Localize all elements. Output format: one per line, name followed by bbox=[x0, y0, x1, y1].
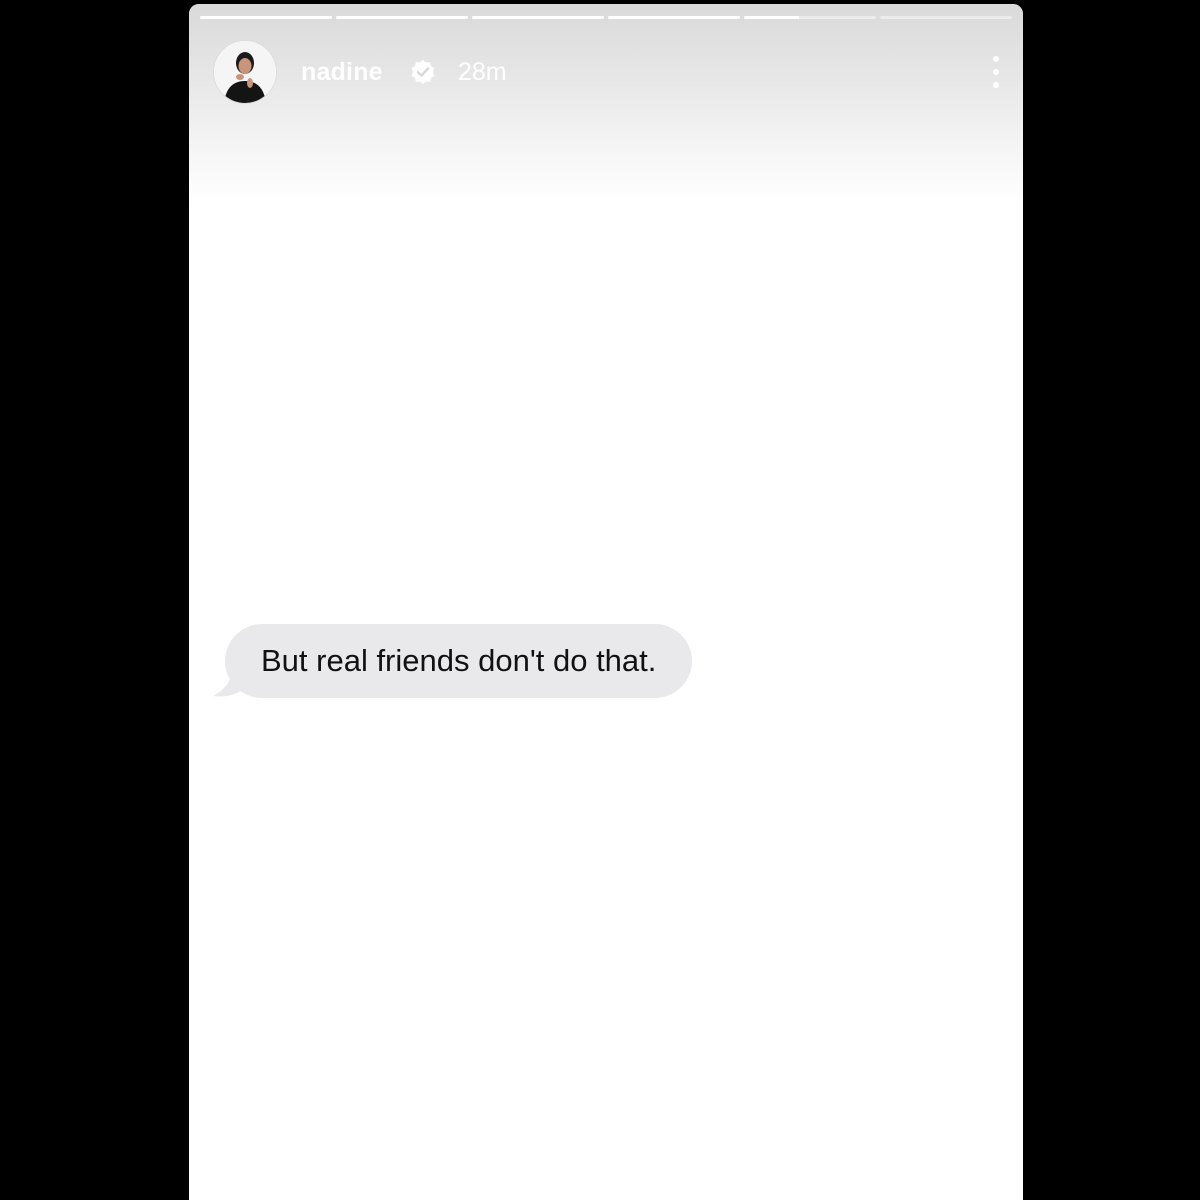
progress-segment bbox=[608, 16, 740, 19]
progress-segment-fill bbox=[744, 16, 800, 19]
verified-badge-icon bbox=[410, 59, 436, 85]
progress-segment-fill bbox=[336, 16, 468, 19]
progress-segment-fill bbox=[608, 16, 740, 19]
story-card[interactable]: nadine 28m But real friends don't do tha… bbox=[189, 4, 1023, 1200]
progress-segment bbox=[880, 16, 1012, 19]
message-bubble-group: But real friends don't do that. bbox=[213, 624, 773, 714]
header-gradient bbox=[189, 4, 1023, 204]
story-timestamp: 28m bbox=[458, 58, 507, 86]
username[interactable]: nadine bbox=[301, 58, 383, 87]
progress-segment-fill bbox=[200, 16, 332, 19]
progress-segment bbox=[336, 16, 468, 19]
profile-avatar[interactable] bbox=[213, 40, 277, 104]
viewer-background: nadine 28m But real friends don't do tha… bbox=[0, 0, 1200, 1200]
story-progress-bar bbox=[200, 16, 1012, 20]
message-text: But real friends don't do that. bbox=[261, 643, 657, 678]
more-vertical-icon[interactable] bbox=[989, 54, 1003, 90]
message-bubble: But real friends don't do that. bbox=[225, 624, 693, 698]
progress-segment bbox=[744, 16, 876, 19]
progress-segment-fill bbox=[472, 16, 604, 19]
avatar-photo-icon bbox=[214, 41, 276, 103]
story-header: nadine 28m bbox=[213, 40, 1003, 104]
progress-segment bbox=[472, 16, 604, 19]
progress-segment bbox=[200, 16, 332, 19]
